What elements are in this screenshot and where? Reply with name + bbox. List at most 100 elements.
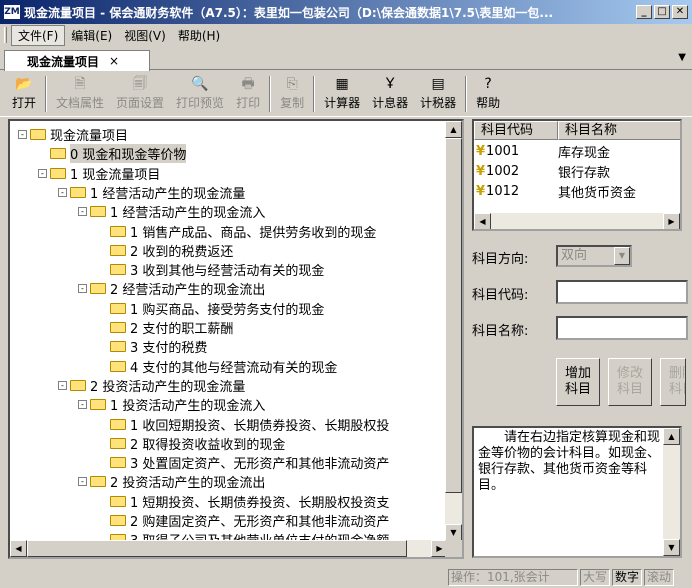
tree-node-label: 4 支付的其他与经营流动有关的现金 bbox=[130, 360, 338, 376]
folder-icon bbox=[110, 418, 126, 430]
tree-node[interactable]: 3 支付的税费 bbox=[98, 337, 207, 356]
hint-scroll-down-icon[interactable]: ▼ bbox=[663, 539, 680, 556]
direction-select[interactable]: 双向 ▼ bbox=[556, 245, 632, 267]
account-code-cell: ¥1012 bbox=[474, 184, 558, 199]
account-name-cell: 库存现金 bbox=[558, 146, 611, 161]
folder-icon bbox=[110, 244, 126, 256]
toolbar-label: 计税器 bbox=[420, 96, 457, 110]
tab-list-arrow-icon[interactable]: ▼ bbox=[678, 52, 686, 63]
copy-icon: ⎘ bbox=[286, 76, 298, 92]
name-label: 科目名称: bbox=[472, 324, 529, 339]
column-header-code[interactable]: 科目代码 bbox=[474, 121, 558, 140]
hint-scrollbar[interactable]: ▲ ▼ bbox=[663, 428, 680, 556]
help-button[interactable]: ? 帮助 bbox=[470, 74, 506, 114]
print-button[interactable]: 🖶 打印 bbox=[230, 74, 266, 114]
maximize-button[interactable]: □ bbox=[654, 5, 670, 19]
page-setup-button[interactable]: 🗐 页面设置 bbox=[110, 74, 170, 114]
tab-cash-flow-items[interactable]: 现金流量项目 × bbox=[4, 50, 150, 71]
table-row[interactable]: ¥1012 其他货币资金 bbox=[474, 182, 680, 201]
tree-node[interactable]: 0 现金和现金等价物 bbox=[38, 144, 187, 164]
app-icon: ZM bbox=[4, 5, 20, 19]
interest-button[interactable]: Ұ 计息器 bbox=[366, 74, 414, 114]
collapse-icon[interactable]: - bbox=[78, 477, 87, 487]
menu-edit[interactable]: 编辑(E) bbox=[65, 26, 118, 45]
collapse-icon[interactable]: - bbox=[38, 168, 47, 178]
collapse-icon[interactable]: - bbox=[78, 207, 87, 217]
toolbar-label: 打开 bbox=[12, 96, 37, 110]
grid-scroll-right-icon[interactable]: ▶ bbox=[663, 213, 680, 229]
scroll-left-icon[interactable]: ◀ bbox=[10, 540, 27, 557]
tab-close-icon[interactable]: × bbox=[109, 54, 119, 68]
menu-help[interactable]: 帮助(H) bbox=[172, 26, 226, 45]
tree-node[interactable]: 1 销售产成品、商品、提供劳务收到的现金 bbox=[98, 222, 376, 241]
tree-node[interactable]: 2 购建固定资产、无形资产和其他非流动资产 bbox=[98, 511, 389, 530]
tree-node-label: 1 经营活动产生的现金流入 bbox=[110, 206, 266, 222]
tree-node[interactable]: 3 收到其他与经营活动有关的现金 bbox=[98, 260, 324, 279]
chevron-down-icon[interactable]: ▼ bbox=[614, 247, 630, 265]
print-preview-button[interactable]: 🔍 打印预览 bbox=[170, 74, 230, 114]
menu-file[interactable]: 文件(F) bbox=[11, 24, 66, 46]
tree-node[interactable]: 4 支付的其他与经营流动有关的现金 bbox=[98, 357, 337, 376]
tree-node[interactable]: - 1 现金流量项目 bbox=[38, 164, 160, 183]
tree-node[interactable]: 1 短期投资、长期债券投资、长期股权投资支 bbox=[98, 492, 389, 511]
tree-node[interactable]: 2 收到的税费返还 bbox=[98, 241, 233, 260]
copy-button[interactable]: ⎘ 复制 bbox=[274, 74, 310, 114]
direction-value: 双向 bbox=[561, 248, 588, 263]
collapse-icon[interactable]: - bbox=[58, 187, 67, 197]
tree-node[interactable]: - 2 投资活动产生的现金流出 bbox=[78, 472, 265, 491]
open-button[interactable]: 📂 打开 bbox=[6, 74, 42, 114]
cash-flow-tree-panel: - 现金流量项目 0 现金和现金等价物 -1 现金流量项目 -1 经营活动产生的现金流量… bbox=[8, 119, 464, 559]
tree-node[interactable]: - 2 投资活动产生的现金流量 bbox=[58, 376, 245, 395]
toolbar-label: 打印预览 bbox=[176, 96, 225, 110]
title-bar: ZM 现金流量项目 - 保会通财务软件（A7.5）：表里如一包装公司（D:\保会… bbox=[0, 0, 692, 24]
status-caps: 大写 bbox=[579, 568, 610, 586]
grid-scroll-left-icon[interactable]: ◀ bbox=[474, 213, 491, 229]
collapse-icon[interactable]: - bbox=[78, 284, 87, 294]
tree-node[interactable]: - 1 投资活动产生的现金流入 bbox=[78, 395, 265, 414]
calculator-button[interactable]: ▦ 计算器 bbox=[318, 74, 366, 114]
column-header-name[interactable]: 科目名称 bbox=[558, 121, 680, 140]
name-field[interactable] bbox=[556, 316, 688, 340]
minimize-button[interactable]: _ bbox=[636, 5, 652, 19]
scroll-up-icon[interactable]: ▲ bbox=[445, 121, 462, 138]
folder-icon bbox=[90, 206, 106, 218]
tree-node[interactable]: - 1 经营活动产生的现金流入 bbox=[78, 202, 265, 221]
scroll-down-icon[interactable]: ▼ bbox=[445, 524, 462, 541]
table-row[interactable]: ¥1002 银行存款 bbox=[474, 162, 680, 181]
scroll-thumb[interactable] bbox=[445, 138, 462, 493]
code-field[interactable] bbox=[556, 280, 688, 304]
print-preview-icon: 🔍 bbox=[191, 76, 209, 92]
delete-account-button[interactable]: 删除科目 bbox=[660, 358, 686, 406]
tree-node[interactable]: - 1 经营活动产生的现金流量 bbox=[58, 183, 245, 202]
account-grid[interactable]: 科目代码 科目名称 ¥1001 库存现金 ¥1002 银行存款 ¥1012 其他货币资金 … bbox=[472, 119, 682, 231]
collapse-icon[interactable]: - bbox=[58, 380, 67, 390]
cash-flow-tree[interactable]: - 现金流量项目 0 现金和现金等价物 -1 现金流量项目 -1 经营活动产生的现金流量… bbox=[10, 121, 448, 541]
collapse-icon[interactable]: - bbox=[18, 130, 27, 139]
tree-vertical-scrollbar[interactable]: ▲ ▼ bbox=[445, 121, 462, 541]
tree-node-label: 0 现金和现金等价物 bbox=[70, 144, 187, 164]
modify-account-button[interactable]: 修改科目 bbox=[608, 358, 652, 406]
tax-icon: ▤ bbox=[431, 76, 445, 92]
tree-node[interactable]: 2 取得投资收益收到的现金 bbox=[98, 434, 285, 453]
tax-button[interactable]: ▤ 计税器 bbox=[414, 74, 462, 114]
tree-node[interactable]: 1 收回短期投资、长期债券投资、长期股权投 bbox=[98, 415, 389, 434]
tree-node[interactable]: 1 购买商品、接受劳务支付的现金 bbox=[98, 299, 324, 318]
tree-horizontal-scrollbar[interactable]: ◀ ▶ bbox=[10, 540, 448, 557]
tree-node[interactable]: - 2 经营活动产生的现金流出 bbox=[78, 279, 265, 298]
collapse-icon[interactable]: - bbox=[78, 400, 87, 410]
close-button[interactable]: ✕ bbox=[672, 5, 688, 19]
grid-horizontal-scrollbar[interactable]: ◀ ▶ bbox=[474, 213, 680, 229]
toolbar: 📂 打开 🗎 文档属性 🗐 页面设置 🔍 打印预览 🖶 打印 ⎘ 复制 ▦ 计算器 Ұ 计息器 ▤ 计税器 ? 帮助 bbox=[0, 71, 692, 117]
add-account-button[interactable]: 增加科目 bbox=[556, 358, 600, 406]
tree-node[interactable]: 3 处置固定资产、无形资产和其他非流动资产 bbox=[98, 453, 389, 472]
tree-node-label: 3 收到其他与经营活动有关的现金 bbox=[130, 264, 325, 280]
properties-button[interactable]: 🗎 文档属性 bbox=[50, 74, 110, 114]
tree-node[interactable]: 2 支付的职工薪酬 bbox=[98, 318, 233, 337]
menu-view[interactable]: 视图(V) bbox=[118, 26, 172, 45]
hint-scroll-up-icon[interactable]: ▲ bbox=[663, 428, 680, 445]
account-name-cell: 银行存款 bbox=[558, 166, 611, 181]
table-row[interactable]: ¥1001 库存现金 bbox=[474, 142, 680, 161]
tree-node[interactable]: - 现金流量项目 bbox=[18, 125, 128, 144]
hscroll-thumb[interactable] bbox=[27, 540, 407, 557]
tree-node-label: 1 经营活动产生的现金流量 bbox=[90, 186, 246, 202]
